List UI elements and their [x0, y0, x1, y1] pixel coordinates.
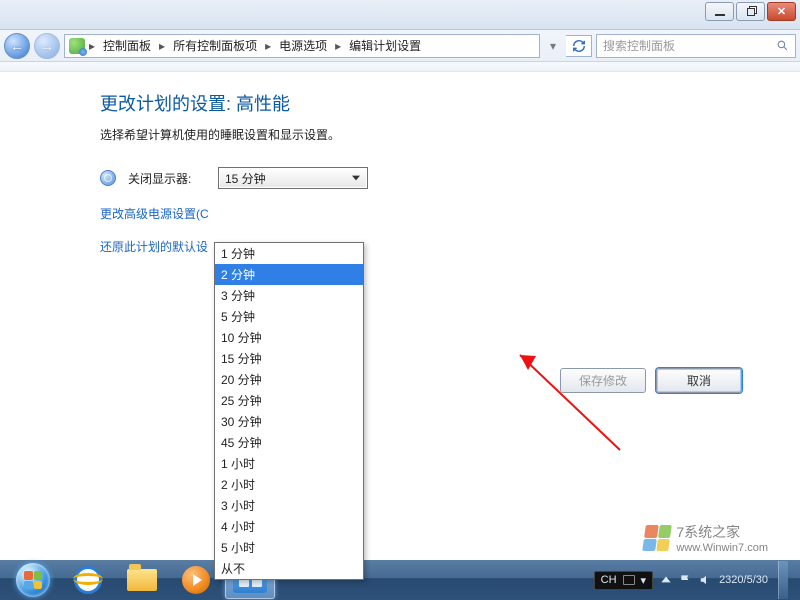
forward-button[interactable]: →	[34, 33, 60, 59]
refresh-button[interactable]	[566, 35, 592, 57]
dropdown-option[interactable]: 5 小时	[215, 537, 363, 558]
page-subtitle: 选择希望计算机使用的睡眠设置和显示设置。	[100, 126, 760, 143]
dropdown-option[interactable]: 15 分钟	[215, 348, 363, 369]
dropdown-option[interactable]: 3 分钟	[215, 285, 363, 306]
window-titlebar: ✕	[0, 0, 800, 30]
windows-flag-icon	[642, 525, 672, 551]
combo-value: 15 分钟	[225, 170, 266, 187]
control-panel-icon	[69, 38, 85, 54]
media-player-icon	[182, 566, 210, 594]
breadcrumb-item[interactable]: 控制面板	[99, 35, 155, 56]
search-icon	[776, 39, 789, 52]
dropdown-option[interactable]: 25 分钟	[215, 390, 363, 411]
taskbar: CH ▾ 2320/5/30	[0, 560, 800, 600]
language-bar[interactable]: CH ▾	[594, 571, 653, 590]
navigation-bar: ← → ▸ 控制面板 ▸ 所有控制面板项 ▸ 电源选项 ▸ 编辑计划设置 ▾ 搜…	[0, 30, 800, 62]
close-button[interactable]: ✕	[767, 2, 796, 21]
windows-orb-icon	[16, 563, 50, 597]
display-off-combo[interactable]: 15 分钟	[218, 167, 368, 189]
cancel-button[interactable]: 取消	[656, 368, 742, 393]
chevron-right-icon: ▸	[333, 39, 343, 53]
folder-icon	[127, 569, 157, 591]
dropdown-option[interactable]: 1 小时	[215, 453, 363, 474]
display-off-dropdown[interactable]: 1 分钟2 分钟3 分钟5 分钟10 分钟15 分钟20 分钟25 分钟30 分…	[214, 242, 364, 580]
start-button[interactable]	[6, 560, 60, 600]
chevron-right-icon: ▸	[157, 39, 167, 53]
keyboard-icon	[623, 575, 635, 585]
action-buttons: 保存修改 取消	[560, 368, 742, 393]
link-restore-defaults[interactable]: 还原此计划的默认设	[100, 238, 760, 255]
chevron-down-icon	[349, 174, 363, 182]
page-title: 更改计划的设置: 高性能	[100, 90, 760, 116]
breadcrumb-item[interactable]: 编辑计划设置	[345, 35, 425, 56]
monitor-icon	[100, 170, 116, 186]
link-advanced-power-settings[interactable]: 更改高级电源设置(C	[100, 205, 760, 222]
toolstrip	[0, 62, 800, 72]
search-input[interactable]: 搜索控制面板	[596, 34, 796, 58]
language-indicator: CH	[601, 574, 617, 586]
address-dropdown-button[interactable]: ▾	[544, 39, 562, 53]
taskbar-item-explorer[interactable]	[117, 561, 167, 599]
ie-icon	[74, 566, 102, 594]
flag-icon[interactable]	[679, 573, 693, 587]
annotation-arrow	[500, 340, 640, 460]
chevron-right-icon: ▸	[263, 39, 273, 53]
dropdown-option[interactable]: 20 分钟	[215, 369, 363, 390]
dropdown-option[interactable]: 从不	[215, 558, 363, 579]
dropdown-option[interactable]: 5 分钟	[215, 306, 363, 327]
minimize-button[interactable]	[705, 2, 734, 21]
dropdown-option[interactable]: 10 分钟	[215, 327, 363, 348]
watermark: 7系统之家 www.Winwin7.com	[644, 522, 768, 554]
dropdown-option[interactable]: 2 分钟	[215, 264, 363, 285]
taskbar-item-ie[interactable]	[63, 561, 113, 599]
setting-row-display-off: 关闭显示器: 15 分钟	[100, 167, 760, 189]
dropdown-option[interactable]: 4 小时	[215, 516, 363, 537]
maximize-button[interactable]	[736, 2, 765, 21]
content-area: 更改计划的设置: 高性能 选择希望计算机使用的睡眠设置和显示设置。 关闭显示器:…	[0, 72, 800, 255]
system-tray: CH ▾ 2320/5/30	[594, 560, 794, 600]
address-bar[interactable]: ▸ 控制面板 ▸ 所有控制面板项 ▸ 电源选项 ▸ 编辑计划设置	[64, 34, 540, 58]
dropdown-option[interactable]: 45 分钟	[215, 432, 363, 453]
save-button[interactable]: 保存修改	[560, 368, 646, 393]
dropdown-option[interactable]: 1 分钟	[215, 243, 363, 264]
dropdown-option[interactable]: 2 小时	[215, 474, 363, 495]
search-placeholder: 搜索控制面板	[603, 37, 675, 54]
show-desktop-button[interactable]	[778, 561, 788, 599]
tray-clock[interactable]: 2320/5/30	[719, 574, 768, 586]
chevron-right-icon: ▸	[87, 39, 97, 53]
watermark-line2: www.Winwin7.com	[676, 542, 768, 554]
volume-icon[interactable]	[699, 573, 713, 587]
tray-show-hidden-icon[interactable]	[659, 573, 673, 587]
breadcrumb-item[interactable]: 电源选项	[275, 35, 331, 56]
breadcrumb-item[interactable]: 所有控制面板项	[169, 35, 261, 56]
dropdown-option[interactable]: 30 分钟	[215, 411, 363, 432]
watermark-line1: 7系统之家	[676, 522, 768, 542]
ime-options-icon: ▾	[641, 574, 647, 587]
setting-label: 关闭显示器:	[128, 170, 206, 187]
back-button[interactable]: ←	[4, 33, 30, 59]
dropdown-option[interactable]: 3 小时	[215, 495, 363, 516]
